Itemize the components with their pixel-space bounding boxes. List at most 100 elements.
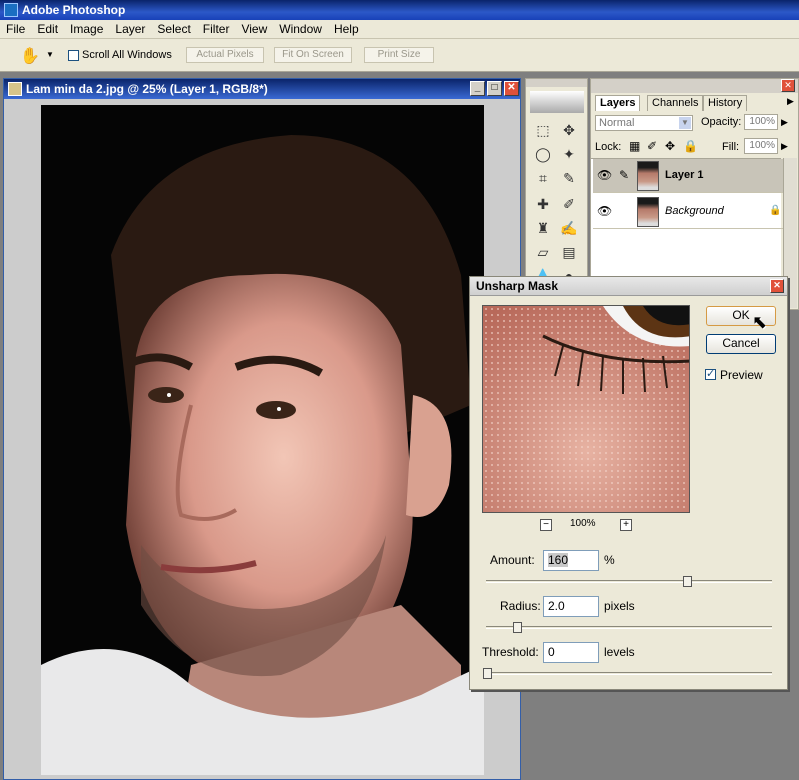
zoom-in-button[interactable]: + xyxy=(620,519,632,531)
healing-brush-tool-icon[interactable]: ✚ xyxy=(532,193,554,215)
layer-row-layer-1[interactable]: 👁 ✎ Layer 1 xyxy=(593,159,783,193)
menu-select[interactable]: Select xyxy=(151,20,196,38)
dialog-close-button[interactable]: ✕ xyxy=(770,279,784,293)
lock-all-icon[interactable]: 🔒 xyxy=(683,139,698,153)
feather-logo-icon[interactable] xyxy=(530,91,584,113)
opacity-label: Opacity: xyxy=(701,116,742,128)
print-size-button[interactable]: Print Size xyxy=(364,47,434,63)
filter-preview[interactable] xyxy=(482,305,690,513)
chevron-down-icon[interactable]: ▼ xyxy=(679,117,691,129)
amount-unit: % xyxy=(604,553,615,567)
radius-label: Radius: xyxy=(500,599,541,613)
layer-name: Background xyxy=(665,205,724,217)
radius-slider-knob[interactable] xyxy=(513,622,522,633)
document-title: Lam min da 2.jpg @ 25% (Layer 1, RGB/8*) xyxy=(26,82,268,96)
menu-file[interactable]: File xyxy=(0,20,31,38)
blend-mode-value: Normal xyxy=(599,117,635,129)
fit-on-screen-button[interactable]: Fit On Screen xyxy=(274,47,352,63)
cancel-button[interactable]: Cancel xyxy=(706,334,776,354)
lock-position-icon[interactable]: ✥ xyxy=(665,139,675,153)
document-window: Lam min da 2.jpg @ 25% (Layer 1, RGB/8*)… xyxy=(3,78,521,780)
lasso-tool-icon[interactable]: ◯ xyxy=(532,143,554,165)
brush-link-icon[interactable]: ✎ xyxy=(619,168,629,182)
menu-edit[interactable]: Edit xyxy=(31,20,64,38)
lock-image-icon[interactable]: ✐ xyxy=(647,139,657,153)
clone-stamp-tool-icon[interactable]: ♜ xyxy=(532,217,554,239)
tool-palette: ⬚ ✥ ◯ ✦ ⌗ ✎ ✚ ✐ ♜ ✍ ▱ ▤ 💧 ● xyxy=(525,78,588,308)
dialog-title-bar: Unsharp Mask ✕ xyxy=(470,277,787,296)
threshold-field[interactable]: 0 xyxy=(543,642,599,663)
app-title-bar: Adobe Photoshop xyxy=(0,0,799,20)
tab-channels[interactable]: Channels xyxy=(647,95,704,111)
zoom-level: 100% xyxy=(570,518,596,529)
menu-view[interactable]: View xyxy=(235,20,273,38)
history-brush-tool-icon[interactable]: ✍ xyxy=(558,217,580,239)
magic-wand-tool-icon[interactable]: ✦ xyxy=(558,143,580,165)
layer-thumbnail xyxy=(637,197,659,227)
fill-label: Fill: xyxy=(722,141,740,153)
eraser-tool-icon[interactable]: ▱ xyxy=(532,241,554,263)
document-icon xyxy=(8,82,22,96)
menu-filter[interactable]: Filter xyxy=(197,20,236,38)
mouse-cursor-icon: ⬉ xyxy=(752,312,768,332)
threshold-unit: levels xyxy=(604,645,635,659)
menu-image[interactable]: Image xyxy=(64,20,109,38)
marquee-tool-icon[interactable]: ⬚ xyxy=(532,119,554,141)
layer-thumbnail xyxy=(637,161,659,191)
radius-unit: pixels xyxy=(604,599,635,613)
lock-transparent-icon[interactable]: ▦ xyxy=(629,139,640,153)
opacity-field[interactable]: 100% xyxy=(744,114,778,130)
zoom-out-button[interactable]: − xyxy=(540,519,552,531)
radius-field[interactable]: 2.0 xyxy=(543,596,599,617)
amount-field[interactable]: 160 xyxy=(543,550,599,571)
layer-row-background[interactable]: 👁 Background 🔒 xyxy=(593,195,783,229)
maximize-button[interactable]: □ xyxy=(487,81,502,96)
actual-pixels-button[interactable]: Actual Pixels xyxy=(186,47,264,63)
palette-close-button[interactable]: ✕ xyxy=(781,79,795,92)
scroll-all-windows-label: Scroll All Windows xyxy=(82,49,172,61)
crop-tool-icon[interactable]: ⌗ xyxy=(532,167,554,189)
options-bar: ✋ ▼ Scroll All Windows Actual Pixels Fit… xyxy=(0,39,799,72)
preview-checkbox[interactable] xyxy=(705,367,716,380)
move-tool-icon[interactable]: ✥ xyxy=(558,119,580,141)
menu-layer[interactable]: Layer xyxy=(109,20,151,38)
lock-icon: 🔒 xyxy=(769,205,782,216)
minimize-button[interactable]: _ xyxy=(470,81,485,96)
radius-slider-track[interactable] xyxy=(486,626,772,629)
fill-slider-arrow-icon[interactable]: ▶ xyxy=(781,141,788,152)
amount-slider-track[interactable] xyxy=(486,580,772,583)
fill-field[interactable]: 100% xyxy=(744,138,778,154)
app-title: Adobe Photoshop xyxy=(22,3,126,17)
palette-grip[interactable] xyxy=(526,79,587,87)
threshold-label: Threshold: xyxy=(482,645,539,659)
amount-value: 160 xyxy=(548,553,569,567)
threshold-slider-knob[interactable] xyxy=(483,668,492,679)
hand-tool-icon[interactable]: ✋ xyxy=(20,46,40,66)
eye-icon[interactable]: 👁 xyxy=(597,204,612,218)
menu-window[interactable]: Window xyxy=(273,20,328,38)
tab-history[interactable]: History xyxy=(703,95,748,111)
opacity-slider-arrow-icon[interactable]: ▶ xyxy=(781,117,788,128)
gradient-tool-icon[interactable]: ▤ xyxy=(558,241,580,263)
tab-layers[interactable]: Layers xyxy=(595,95,641,111)
threshold-slider-track[interactable] xyxy=(486,672,772,675)
preview-label: Preview xyxy=(720,368,763,382)
blend-mode-select[interactable]: Normal ▼ xyxy=(595,115,693,131)
menu-bar: File Edit Image Layer Select Filter View Window… xyxy=(0,20,799,39)
menu-help[interactable]: Help xyxy=(328,20,365,38)
eye-icon[interactable]: 👁 xyxy=(597,168,612,182)
close-button[interactable]: ✕ xyxy=(504,81,519,96)
image-canvas[interactable] xyxy=(41,105,484,775)
brush-tool-icon[interactable]: ✐ xyxy=(558,193,580,215)
palette-header[interactable]: ✕ xyxy=(591,79,798,93)
dialog-title: Unsharp Mask xyxy=(476,279,559,293)
slice-tool-icon[interactable]: ✎ xyxy=(558,167,580,189)
document-title-bar: Lam min da 2.jpg @ 25% (Layer 1, RGB/8*)… xyxy=(4,79,520,99)
palette-menu-icon[interactable]: ▶ xyxy=(787,96,794,107)
layer-name: Layer 1 xyxy=(665,169,704,181)
scroll-all-windows-checkbox[interactable] xyxy=(68,50,79,61)
photoshop-logo-icon xyxy=(4,3,18,17)
amount-slider-knob[interactable] xyxy=(683,576,692,587)
lock-label: Lock: xyxy=(595,141,622,153)
tool-preset-chevron-icon[interactable]: ▼ xyxy=(46,50,54,59)
